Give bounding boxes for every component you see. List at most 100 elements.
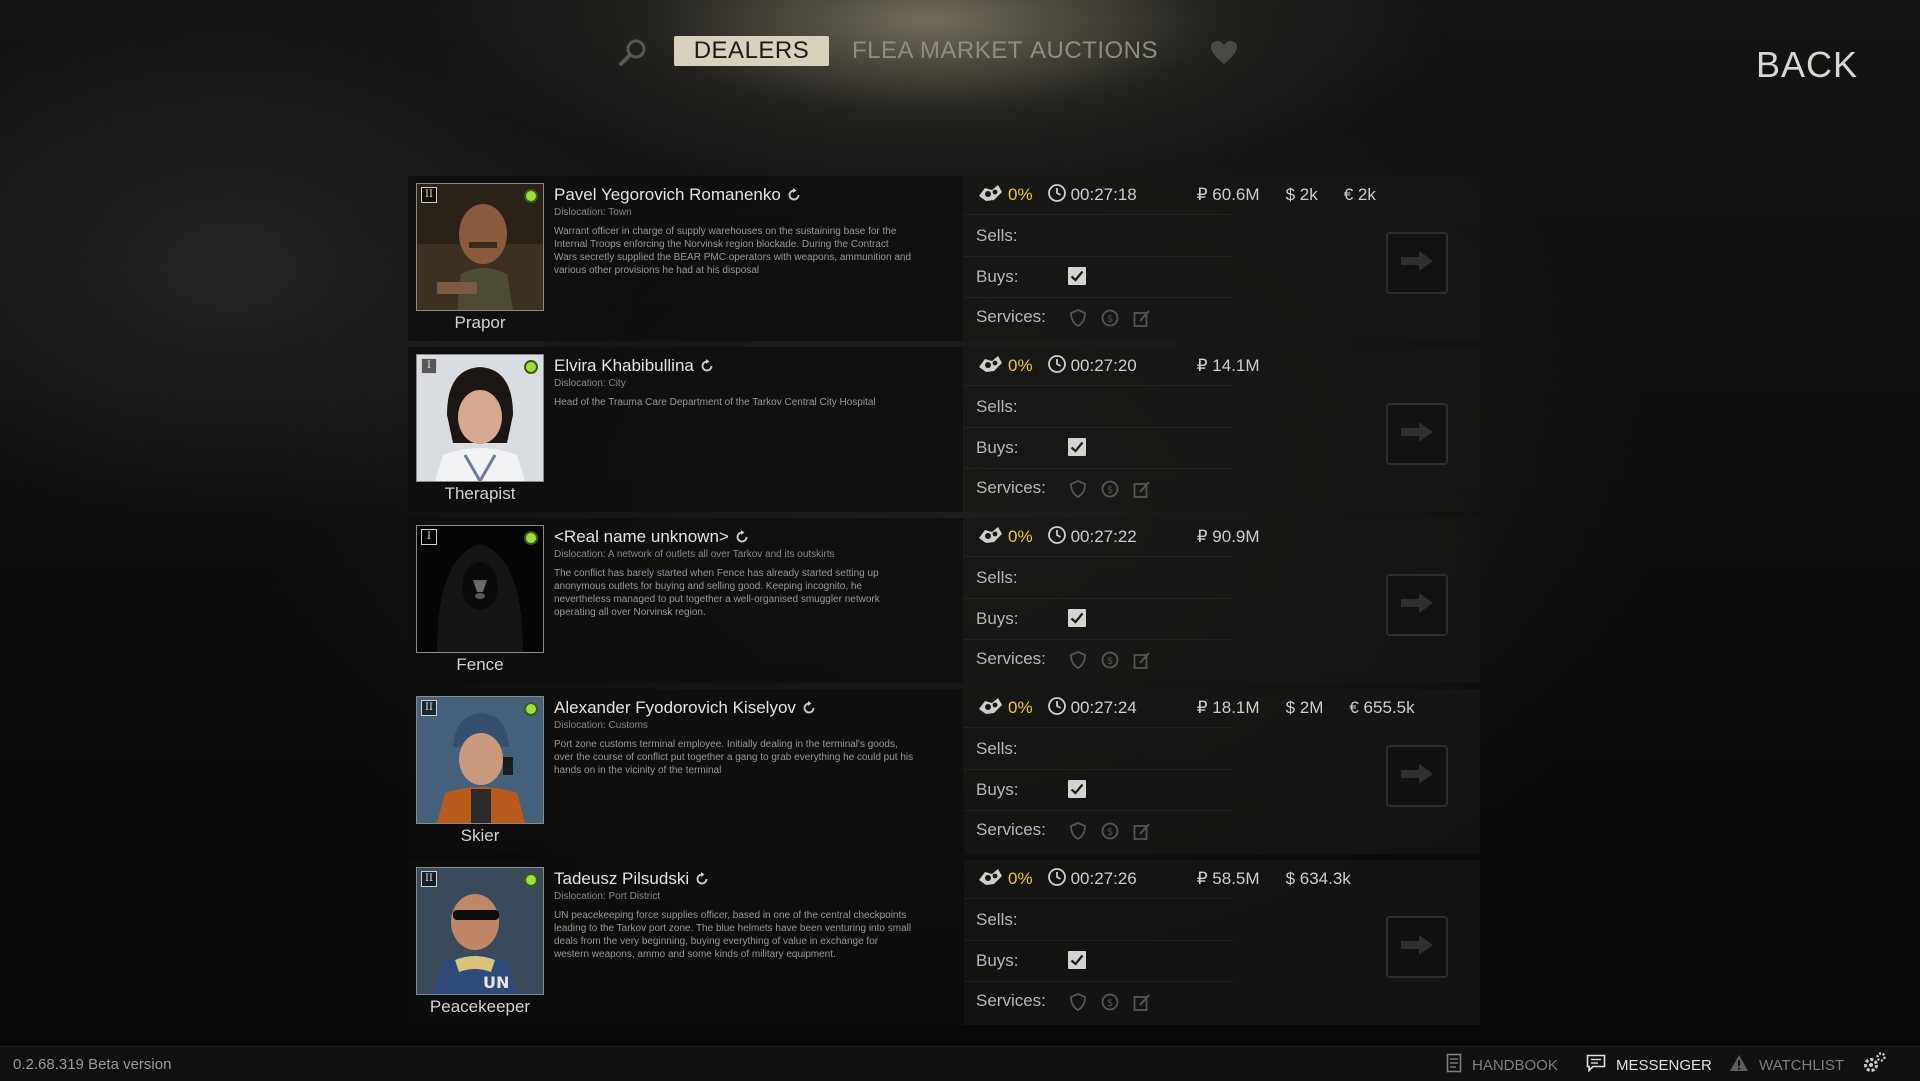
online-status-icon xyxy=(524,360,538,374)
trader-level-badge: II xyxy=(421,871,437,887)
insurance-service-icon[interactable] xyxy=(1068,479,1088,504)
trader-row[interactable]: UN II Peacekeeper Tadeusz Pilsudski Disl… xyxy=(408,860,1480,1025)
tab-flea-market[interactable]: FLEA MARKET xyxy=(852,36,1023,66)
trader-info-panel: II Skier Alexander Fyodorovich Kiselyov … xyxy=(408,689,963,854)
watchlist-label: WATCHLIST xyxy=(1759,1056,1844,1074)
messenger-button[interactable]: MESSENGER xyxy=(1586,1054,1712,1075)
handbook-button[interactable]: HANDBOOK xyxy=(1446,1053,1558,1075)
euro-balance: € 655.5k xyxy=(1349,698,1415,717)
trader-description: Warrant officer in charge of supply ware… xyxy=(554,226,912,276)
repair-service-icon[interactable] xyxy=(1132,308,1152,333)
insurance-service-icon[interactable] xyxy=(1068,992,1088,1017)
trader-dislocation: Dislocation: Customs xyxy=(554,720,648,731)
repair-service-icon[interactable] xyxy=(1132,821,1152,846)
dollar-balance: $ 2k xyxy=(1285,185,1318,204)
rouble-balance: ₽ 58.5M xyxy=(1196,869,1260,888)
back-button[interactable]: BACK xyxy=(1756,44,1858,86)
divider xyxy=(964,898,1234,899)
open-trader-button[interactable] xyxy=(1386,916,1448,978)
trader-stats-panel: 0% 00:27:22 ₽ 90.9M Sells: Buys: Service… xyxy=(964,518,1480,683)
trader-portrait[interactable]: UN II xyxy=(416,867,544,995)
divider xyxy=(964,940,1234,941)
arrow-right-icon xyxy=(1399,762,1435,791)
buys-checkbox[interactable] xyxy=(1068,951,1086,969)
arrow-right-icon xyxy=(1399,420,1435,449)
trader-list: II Prapor Pavel Yegorovich Romanenko Dis… xyxy=(408,176,1480,1031)
refresh-icon xyxy=(700,358,714,378)
search-icon[interactable] xyxy=(616,36,650,70)
trader-portrait[interactable]: II xyxy=(416,696,544,824)
services-icons: $ xyxy=(1068,992,1152,1017)
online-status-icon xyxy=(524,531,538,545)
settings-button[interactable] xyxy=(1862,1052,1888,1075)
trader-stats: 0% 00:27:22 ₽ 90.9M xyxy=(976,525,1338,548)
sells-label: Sells: xyxy=(976,397,1018,416)
divider xyxy=(964,427,1234,428)
standing-icon xyxy=(976,866,1004,893)
repair-service-icon[interactable] xyxy=(1132,992,1152,1017)
trader-nickname: Peacekeeper xyxy=(429,997,531,1016)
divider xyxy=(964,556,1234,557)
exchange-service-icon[interactable]: $ xyxy=(1100,650,1120,675)
insurance-service-icon[interactable] xyxy=(1068,308,1088,333)
trader-description: Head of the Trauma Care Department of th… xyxy=(554,397,876,408)
divider xyxy=(964,385,1234,386)
trader-row[interactable]: II Prapor Pavel Yegorovich Romanenko Dis… xyxy=(408,176,1480,341)
restock-timer: 00:27:22 xyxy=(1070,527,1137,546)
clock-icon xyxy=(1047,183,1067,208)
trader-portrait[interactable]: I xyxy=(416,354,544,482)
arrow-right-icon xyxy=(1399,249,1435,278)
trader-full-name: Pavel Yegorovich Romanenko xyxy=(554,185,801,207)
sells-label: Sells: xyxy=(976,910,1018,929)
trader-dislocation: Dislocation: Port District xyxy=(554,891,661,902)
standing-icon xyxy=(976,695,1004,722)
open-trader-button[interactable] xyxy=(1386,574,1448,636)
watchlist-button[interactable]: WATCHLIST xyxy=(1729,1055,1844,1075)
services-icons: $ xyxy=(1068,308,1152,333)
services-label: Services: xyxy=(976,991,1046,1010)
open-trader-button[interactable] xyxy=(1386,232,1448,294)
sells-label: Sells: xyxy=(976,226,1018,245)
trader-nickname: Skier xyxy=(460,826,500,845)
restock-timer: 00:27:20 xyxy=(1070,356,1137,375)
exchange-service-icon[interactable]: $ xyxy=(1100,479,1120,504)
repair-service-icon[interactable] xyxy=(1132,650,1152,675)
divider xyxy=(964,810,1234,811)
gear-icon xyxy=(1862,1051,1888,1079)
buys-checkbox[interactable] xyxy=(1068,267,1086,285)
trader-info-panel: I Fence <Real name unknown> Dislocation:… xyxy=(408,518,963,683)
standing-value: 0% xyxy=(1008,356,1033,375)
tab-auctions[interactable]: AUCTIONS xyxy=(1030,36,1158,66)
exchange-service-icon[interactable]: $ xyxy=(1100,308,1120,333)
trader-row[interactable]: I Therapist Elvira Khabibullina Dislocat… xyxy=(408,347,1480,512)
repair-service-icon[interactable] xyxy=(1132,479,1152,504)
clock-icon xyxy=(1047,867,1067,892)
refresh-icon xyxy=(695,871,709,891)
exchange-service-icon[interactable]: $ xyxy=(1100,992,1120,1017)
trader-portrait[interactable]: II xyxy=(416,183,544,311)
insurance-service-icon[interactable] xyxy=(1068,821,1088,846)
trader-row[interactable]: I Fence <Real name unknown> Dislocation:… xyxy=(408,518,1480,683)
buys-checkbox[interactable] xyxy=(1068,438,1086,456)
divider xyxy=(964,214,1234,215)
trader-portrait[interactable]: I xyxy=(416,525,544,653)
tab-dealers[interactable]: DEALERS xyxy=(674,36,829,66)
insurance-service-icon[interactable] xyxy=(1068,650,1088,675)
services-label: Services: xyxy=(976,820,1046,839)
trader-level-badge: II xyxy=(421,187,437,203)
buys-checkbox[interactable] xyxy=(1068,609,1086,627)
trader-nickname: Fence xyxy=(456,655,504,674)
open-trader-button[interactable] xyxy=(1386,745,1448,807)
trader-stats-panel: 0% 00:27:20 ₽ 14.1M Sells: Buys: Service… xyxy=(964,347,1480,512)
trader-row[interactable]: II Skier Alexander Fyodorovich Kiselyov … xyxy=(408,689,1480,854)
exchange-service-icon[interactable]: $ xyxy=(1100,821,1120,846)
refresh-icon xyxy=(735,529,749,549)
svg-text:UN: UN xyxy=(483,973,509,992)
trader-stats: 0% 00:27:20 ₽ 14.1M xyxy=(976,354,1338,377)
buys-checkbox[interactable] xyxy=(1068,780,1086,798)
refresh-icon xyxy=(787,187,801,207)
services-icons: $ xyxy=(1068,479,1152,504)
version-label: 0.2.68.319 Beta version xyxy=(13,1056,172,1073)
heart-icon[interactable] xyxy=(1210,40,1238,66)
open-trader-button[interactable] xyxy=(1386,403,1448,465)
